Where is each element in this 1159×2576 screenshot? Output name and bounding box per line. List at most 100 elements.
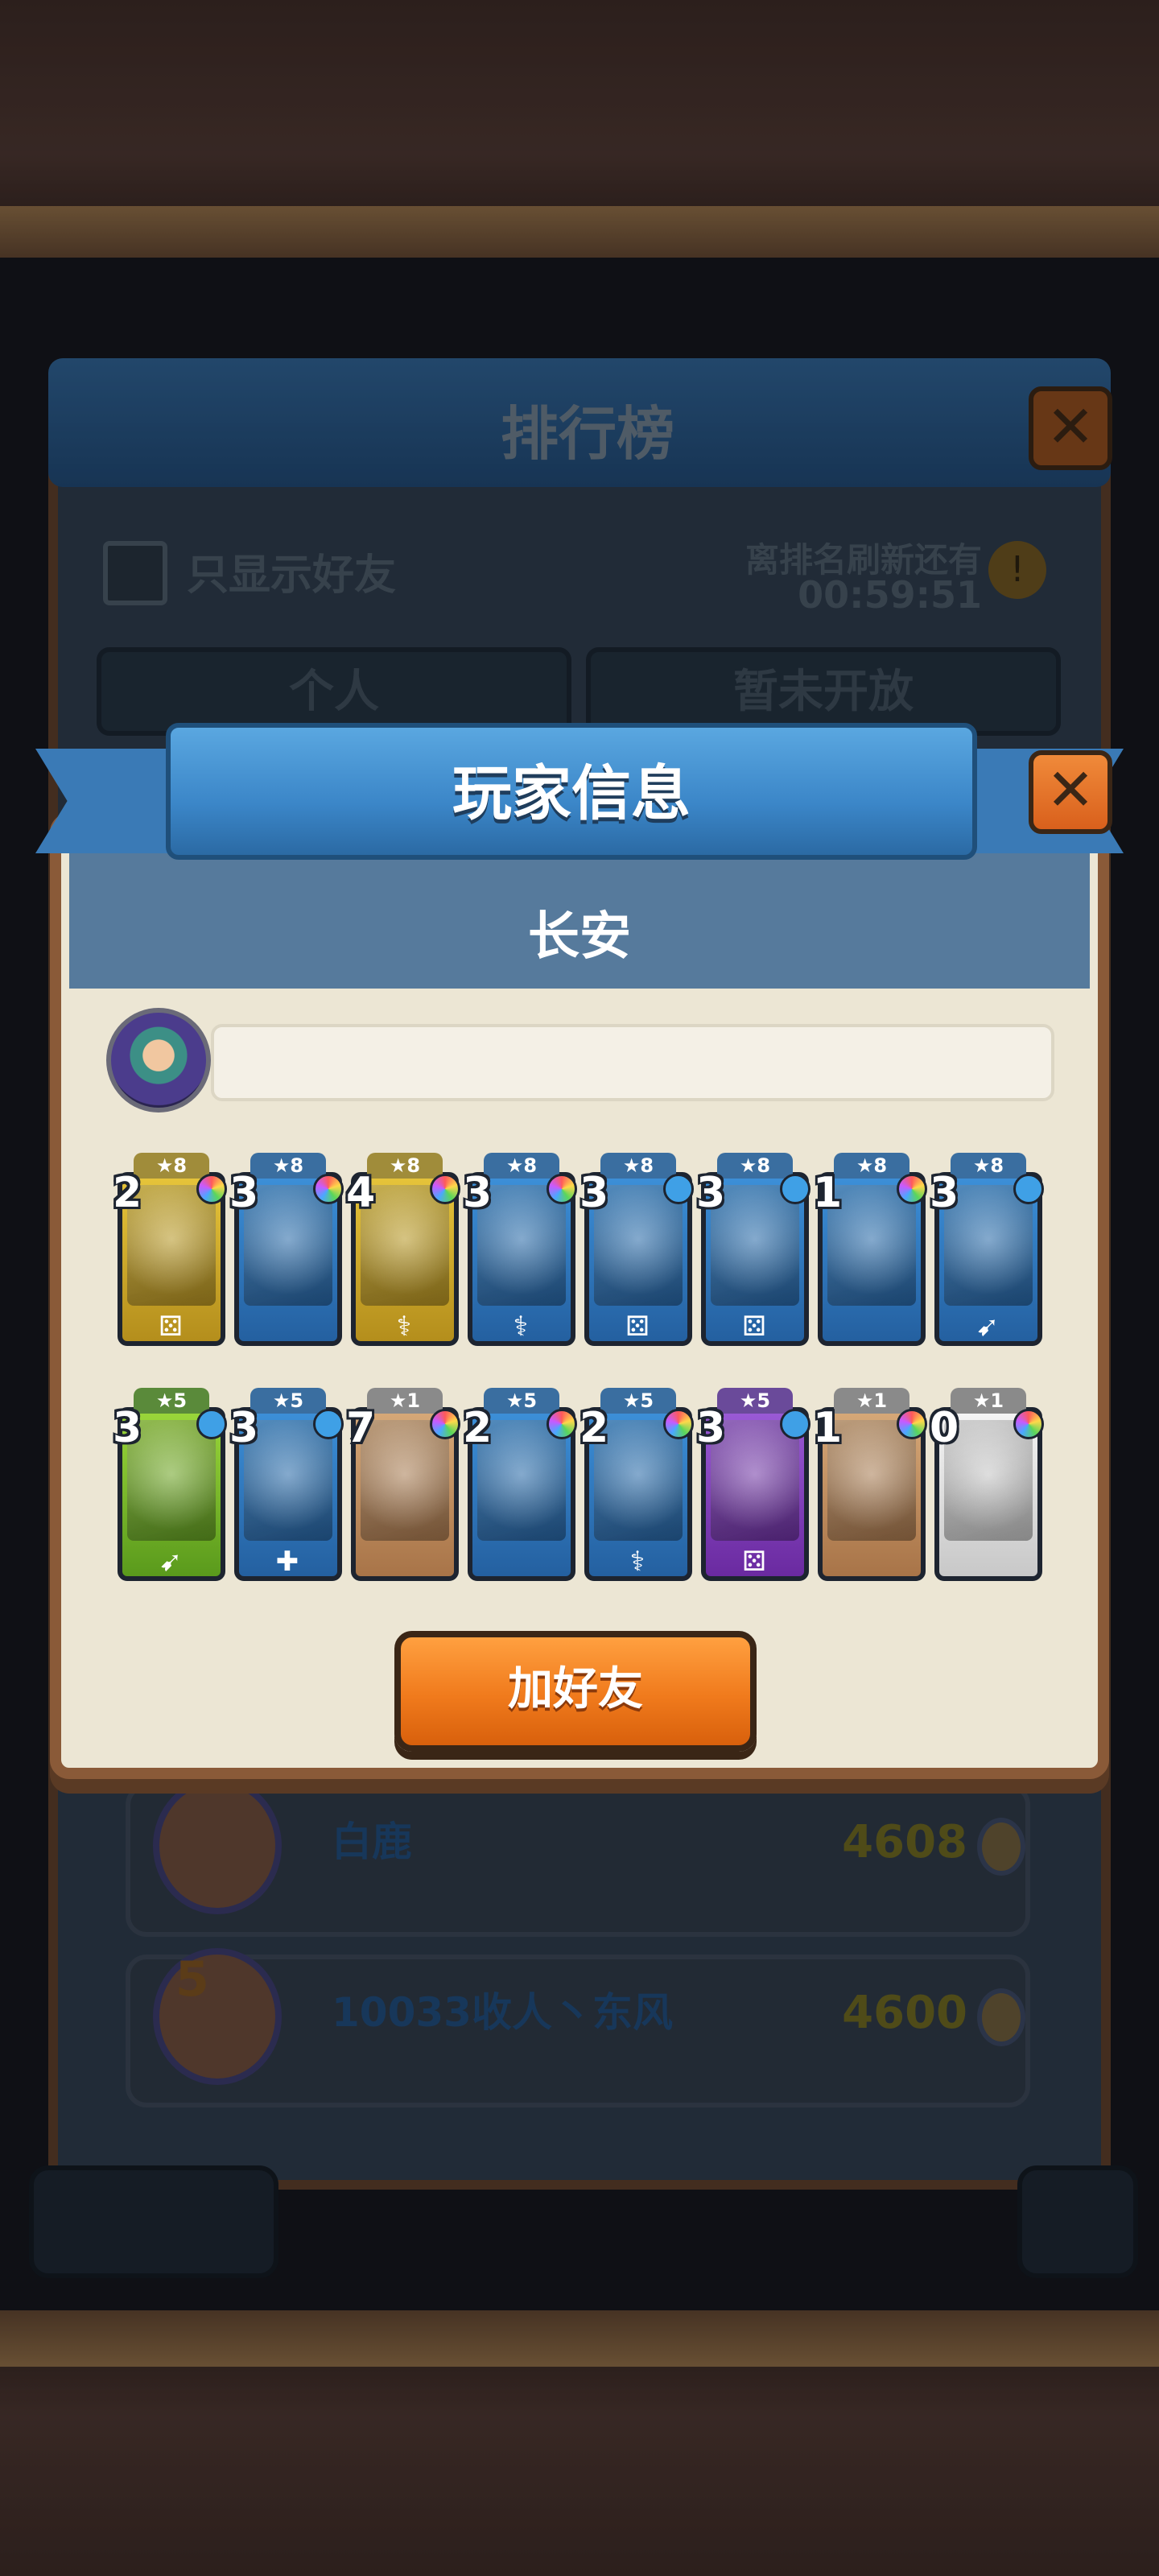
card-level: 2	[463, 1404, 493, 1452]
card-star-rank: ★5	[134, 1388, 209, 1414]
element-gem-icon	[547, 1409, 577, 1439]
leaderboard-row[interactable]: 白鹿 4608	[126, 1777, 1030, 1937]
card-star-rank: ★5	[717, 1388, 793, 1414]
medal-icon	[977, 1818, 1025, 1876]
element-gem-icon	[663, 1409, 694, 1439]
hero-card[interactable]: ★8 3 ➹	[930, 1153, 1044, 1354]
hero-card[interactable]: ★1 7	[346, 1388, 460, 1589]
card-level: 3	[580, 1169, 609, 1217]
player-avatar[interactable]	[106, 1008, 211, 1113]
hero-card[interactable]: ★8 2 ⚄	[113, 1153, 227, 1354]
player-signature-box	[211, 1024, 1054, 1101]
card-level: 3	[930, 1169, 959, 1217]
card-star-rank: ★8	[600, 1153, 676, 1179]
element-gem-icon	[780, 1174, 810, 1204]
leaderboard-row-score: 4608	[842, 1816, 967, 1868]
element-gem-icon	[1013, 1409, 1044, 1439]
card-star-rank: ★8	[134, 1153, 209, 1179]
dice-icon: ⚄	[742, 1546, 766, 1578]
staff-icon: ⚕	[396, 1311, 412, 1343]
card-level: 3	[696, 1404, 726, 1452]
hero-card[interactable]: ★5 3 ⚄	[696, 1388, 810, 1589]
card-level: 3	[229, 1169, 259, 1217]
hero-card[interactable]: ★8 3 ⚄	[580, 1153, 694, 1354]
element-gem-icon	[547, 1174, 577, 1204]
wood-frame-bottom	[0, 2310, 1159, 2576]
hero-card[interactable]: ★8 3 ⚄	[696, 1153, 810, 1354]
element-gem-icon	[897, 1409, 927, 1439]
friends-only-checkbox[interactable]	[103, 541, 167, 605]
card-level: 7	[346, 1404, 376, 1452]
leaderboard-row-name: 10033收人丶东风	[332, 1989, 673, 2036]
card-level: 3	[696, 1169, 726, 1217]
card-level: 3	[463, 1169, 493, 1217]
staff-icon: ⚕	[629, 1546, 645, 1578]
card-star-rank: ★1	[951, 1388, 1026, 1414]
add-friend-label: 加好友	[508, 1663, 643, 1715]
leaderboard-title: 排行榜	[500, 400, 674, 468]
close-button[interactable]: ✕	[1029, 750, 1112, 834]
card-level: 1	[813, 1169, 843, 1217]
refresh-countdown-timer: 00:59:51	[798, 573, 982, 617]
hero-card[interactable]: ★8 4 ⚕	[346, 1153, 460, 1354]
wood-frame-top	[0, 0, 1159, 258]
hero-card[interactable]: ★5 3 ➹	[113, 1388, 227, 1589]
card-star-rank: ★8	[250, 1153, 326, 1179]
card-star-rank: ★8	[834, 1153, 909, 1179]
leaderboard-row-rank: 5	[175, 1951, 209, 2008]
hero-card[interactable]: ★5 2 ⚕	[580, 1388, 694, 1589]
card-level: 3	[113, 1404, 142, 1452]
friends-only-label: 只显示好友	[187, 551, 397, 600]
hero-card[interactable]: ★1 1	[813, 1388, 927, 1589]
card-level: 4	[346, 1169, 376, 1217]
leaderboard-row-score: 4600	[842, 1987, 967, 2039]
card-level: 1	[813, 1404, 843, 1452]
element-gem-icon	[313, 1409, 344, 1439]
refresh-info-icon[interactable]: !	[988, 541, 1046, 599]
element-gem-icon	[780, 1409, 810, 1439]
card-star-rank: ★8	[367, 1153, 443, 1179]
medal-icon	[977, 1988, 1025, 2046]
hero-card[interactable]: ★1 0	[930, 1388, 1044, 1589]
bow-icon: ➹	[975, 1311, 1000, 1343]
leaderboard-row-name: 白鹿	[332, 1818, 412, 1865]
element-gem-icon	[897, 1174, 927, 1204]
heal-icon: ✚	[275, 1546, 299, 1578]
game-screen: 排行榜 ✕ 只显示好友 离排名刷新还有 00:59:51 ! 个人 暂未开放 白…	[0, 0, 1159, 2576]
card-star-rank: ★8	[484, 1153, 559, 1179]
card-star-rank: ★5	[484, 1388, 559, 1414]
card-star-rank: ★1	[367, 1388, 443, 1414]
card-star-rank: ★1	[834, 1388, 909, 1414]
dice-icon: ⚄	[159, 1311, 183, 1343]
close-icon: ✕	[1046, 393, 1095, 460]
card-level: 2	[113, 1169, 142, 1217]
add-friend-button[interactable]: 加好友	[394, 1631, 757, 1752]
hero-card[interactable]: ★5 3 ✚	[229, 1388, 344, 1589]
hero-card[interactable]: ★8 1	[813, 1153, 927, 1354]
player-name: 长安	[528, 907, 631, 967]
element-gem-icon	[313, 1174, 344, 1204]
bottom-nav-button[interactable]	[29, 2165, 278, 2278]
staff-icon: ⚕	[513, 1311, 529, 1343]
card-star-rank: ★5	[600, 1388, 676, 1414]
close-icon: ✕	[1046, 756, 1095, 824]
element-gem-icon	[430, 1409, 460, 1439]
element-gem-icon	[1013, 1174, 1044, 1204]
hero-card[interactable]: ★5 2	[463, 1388, 577, 1589]
leaderboard-row[interactable]: 5 10033收人丶东风 4600	[126, 1948, 1030, 2107]
dice-icon: ⚄	[625, 1311, 650, 1343]
hero-card[interactable]: ★8 3	[229, 1153, 344, 1354]
card-star-rank: ★5	[250, 1388, 326, 1414]
card-level: 3	[229, 1404, 259, 1452]
dialog-title: 玩家信息	[452, 759, 691, 828]
avatar	[153, 1777, 282, 1914]
element-gem-icon	[430, 1174, 460, 1204]
leaderboard-close-button[interactable]: ✕	[1029, 386, 1112, 470]
element-gem-icon	[196, 1409, 227, 1439]
bottom-nav-button[interactable]	[1017, 2165, 1138, 2278]
card-star-rank: ★8	[717, 1153, 793, 1179]
hero-card[interactable]: ★8 3 ⚕	[463, 1153, 577, 1354]
card-star-rank: ★8	[951, 1153, 1026, 1179]
dice-icon: ⚄	[742, 1311, 766, 1343]
card-level: 0	[930, 1404, 959, 1452]
